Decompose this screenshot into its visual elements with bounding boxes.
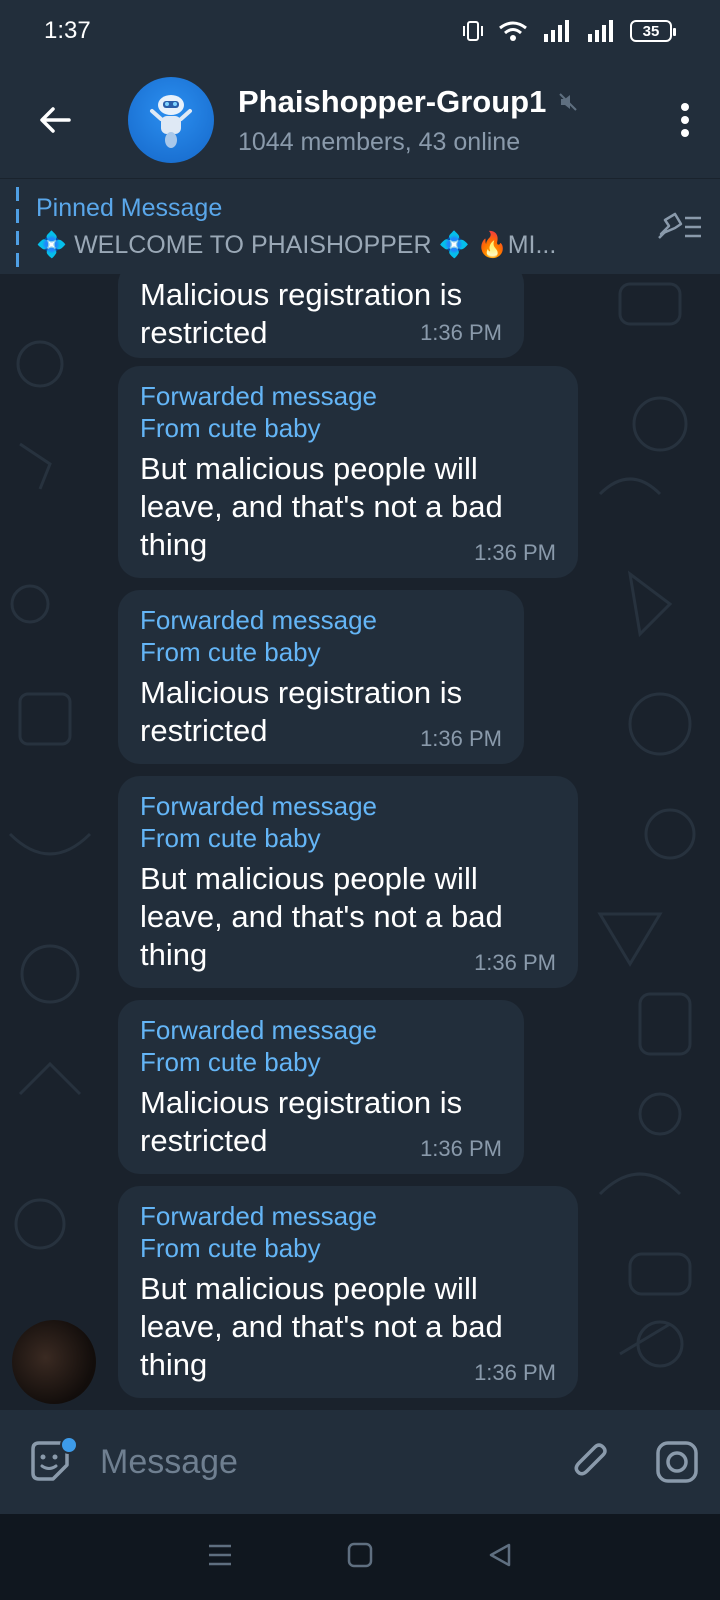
forward-label: Forwarded message	[140, 605, 377, 635]
forward-label: Forwarded message	[140, 1201, 377, 1231]
message-time: 1:36 PM	[474, 540, 556, 565]
forward-label: Forwarded message	[140, 791, 377, 821]
message-bubble[interactable]: Malicious registration is restricted 1:3…	[118, 274, 524, 358]
status-time: 1:37	[44, 17, 91, 44]
camera-button[interactable]	[634, 1410, 720, 1514]
title-block[interactable]: Phaishopper-Group1 1044 members, 43 onli…	[238, 84, 650, 157]
camera-icon	[656, 1441, 698, 1483]
more-vertical-icon	[681, 103, 689, 137]
wifi-icon	[499, 21, 527, 41]
forward-source[interactable]: From cute baby	[140, 412, 556, 444]
sender-avatar[interactable]	[12, 1320, 96, 1404]
forward-source[interactable]: From cute baby	[140, 636, 502, 668]
message-time: 1:36 PM	[420, 320, 502, 345]
more-menu-button[interactable]	[650, 62, 720, 178]
pin-list-icon	[658, 212, 701, 239]
message-bubble[interactable]: Forwarded message From cute baby Malicio…	[118, 590, 524, 764]
forward-label: Forwarded message	[140, 381, 377, 411]
message-bubble[interactable]: Forwarded message From cute baby But mal…	[118, 366, 578, 578]
forward-source[interactable]: From cute baby	[140, 1232, 556, 1264]
attach-button[interactable]	[548, 1410, 634, 1514]
message-time: 1:36 PM	[420, 726, 502, 751]
pinned-label: Pinned Message	[36, 193, 223, 222]
system-nav-bar	[0, 1514, 720, 1600]
message-bubble[interactable]: Forwarded message From cute baby Malicio…	[118, 1000, 524, 1174]
system-back-button[interactable]	[487, 1542, 513, 1573]
pinned-list-button[interactable]	[640, 210, 720, 244]
message-time: 1:36 PM	[474, 950, 556, 975]
back-button[interactable]	[0, 62, 110, 178]
square-icon	[347, 1542, 373, 1567]
message-bubble[interactable]: Forwarded message From cute baby But mal…	[118, 1186, 578, 1398]
vibrate-icon	[463, 21, 483, 41]
arrow-left-icon	[40, 107, 71, 133]
message-input[interactable]	[100, 1442, 548, 1482]
chat-header: Phaishopper-Group1 1044 members, 43 onli…	[0, 62, 720, 178]
message-time: 1:36 PM	[474, 1360, 556, 1385]
pinned-indicator	[16, 187, 19, 267]
pinned-preview: 💠 WELCOME TO PHAISHOPPER 💠 🔥MI...	[36, 230, 557, 259]
message-input-bar	[0, 1410, 720, 1514]
chat-area[interactable]: Malicious registration is restricted 1:3…	[0, 274, 720, 1410]
group-title: Phaishopper-Group1	[238, 83, 547, 119]
group-title-row: Phaishopper-Group1	[238, 84, 650, 120]
pinned-message-bar[interactable]: Pinned Message 💠 WELCOME TO PHAISHOPPER …	[0, 178, 720, 274]
robot-icon	[150, 95, 192, 148]
message-bubble[interactable]: Forwarded message From cute baby But mal…	[118, 776, 578, 988]
muted-icon	[559, 92, 578, 111]
signal-icon-2	[588, 20, 613, 42]
triangle-back-icon	[489, 1543, 511, 1566]
home-button[interactable]	[347, 1542, 373, 1573]
notification-dot	[60, 1436, 78, 1454]
forward-source[interactable]: From cute baby	[140, 822, 556, 854]
message-time: 1:36 PM	[420, 1136, 502, 1161]
status-bar: 1:37 35	[0, 0, 720, 62]
paperclip-icon	[574, 1443, 607, 1476]
menu-lines-icon	[209, 1544, 231, 1565]
signal-icon-1	[544, 20, 569, 42]
forward-label: Forwarded message	[140, 1015, 377, 1045]
recent-apps-button[interactable]	[207, 1543, 233, 1572]
forward-source[interactable]: From cute baby	[140, 1046, 502, 1078]
group-subtitle: 1044 members, 43 online	[238, 127, 521, 156]
group-avatar[interactable]	[128, 77, 214, 163]
emoji-button[interactable]	[0, 1410, 100, 1514]
pinned-text-block: Pinned Message 💠 WELCOME TO PHAISHOPPER …	[36, 194, 640, 260]
status-icons: 35	[462, 20, 676, 42]
battery-indicator: 35	[630, 20, 676, 42]
